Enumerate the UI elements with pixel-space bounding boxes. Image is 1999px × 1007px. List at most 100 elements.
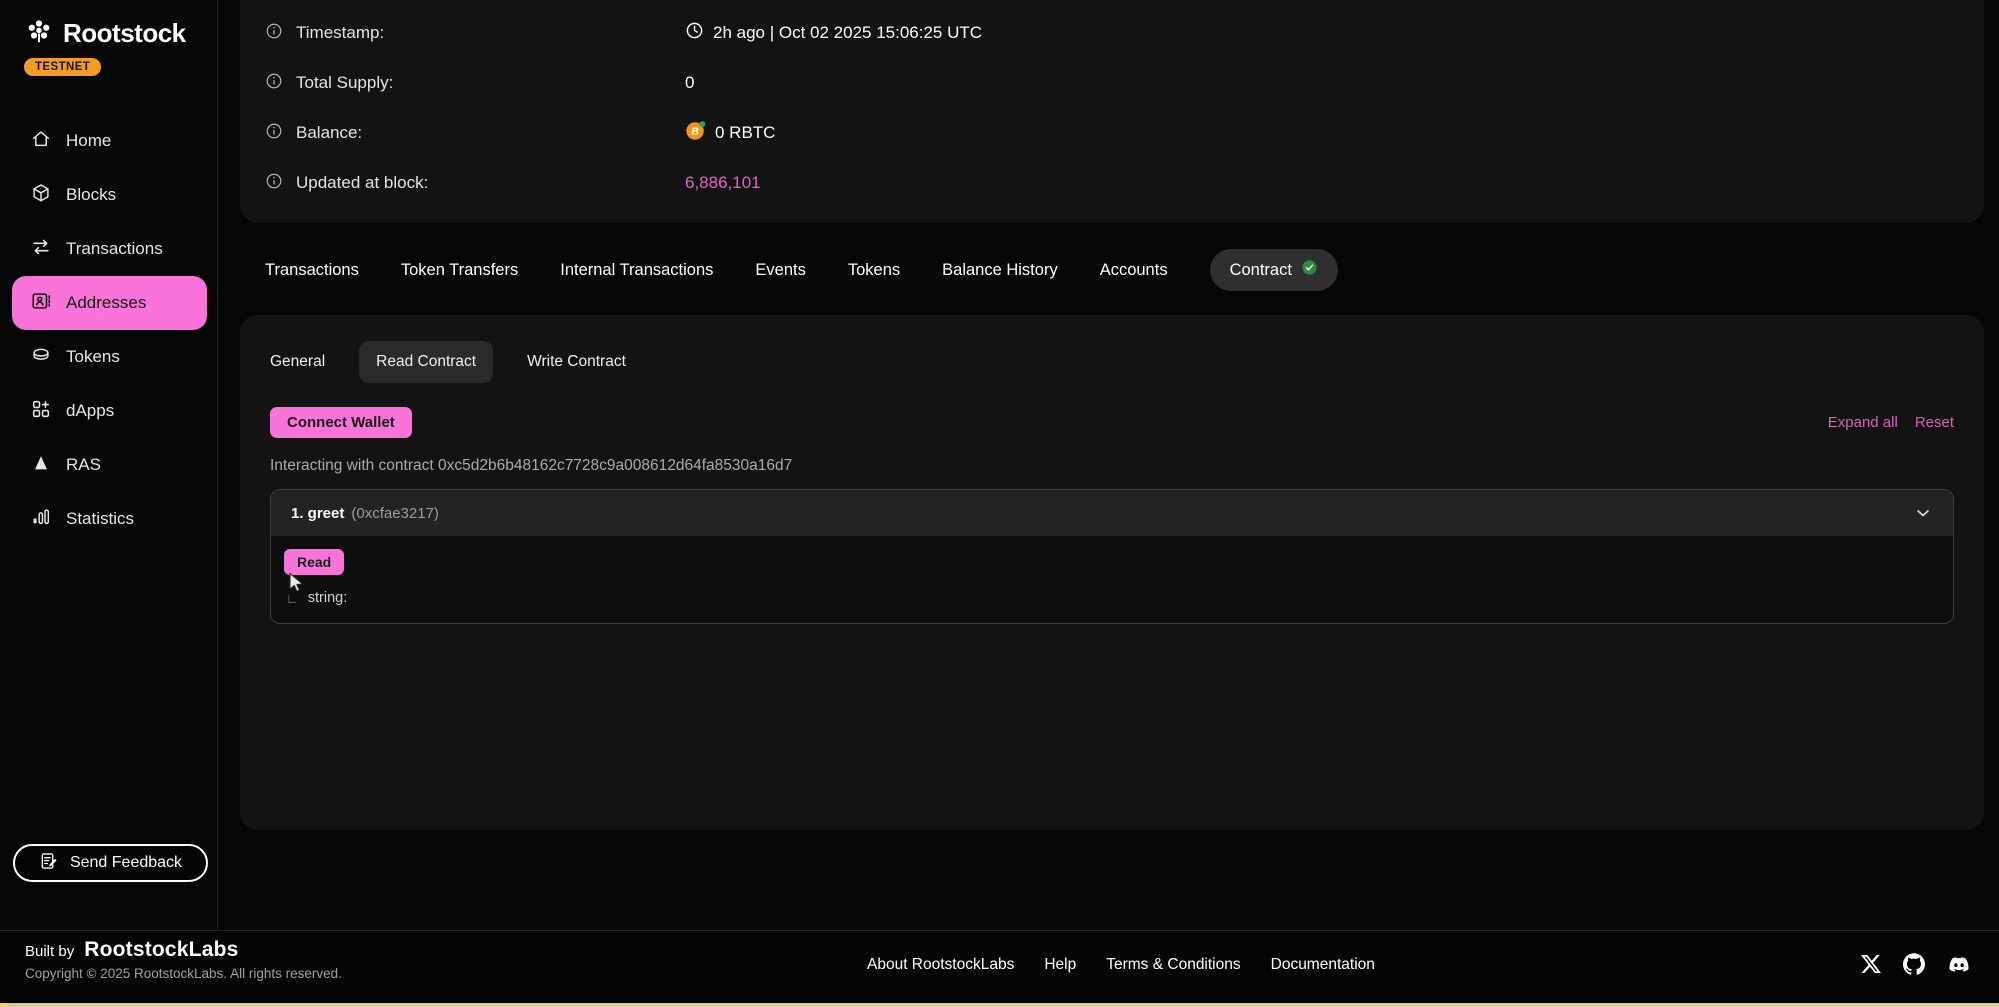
- tab-balance-history[interactable]: Balance History: [942, 261, 1058, 280]
- rootstock-flower-icon: [24, 16, 54, 51]
- copyright-text: Copyright © 2025 RootstockLabs. All righ…: [25, 966, 342, 981]
- github-icon[interactable]: [1903, 953, 1925, 980]
- info-icon[interactable]: [265, 72, 283, 95]
- statistics-icon: [30, 506, 52, 533]
- sidebar-item-tokens[interactable]: Tokens: [0, 330, 217, 384]
- testnet-badge: TESTNET: [24, 58, 101, 76]
- rbtc-coin-icon: B: [685, 120, 706, 146]
- wallet-row: Connect Wallet Expand all Reset: [270, 407, 1954, 438]
- total-supply-value: 0: [685, 73, 694, 93]
- sidebar-item-label: Blocks: [66, 185, 116, 205]
- address-tabs: Transactions Token Transfers Internal Tr…: [240, 245, 1984, 295]
- tab-transactions[interactable]: Transactions: [265, 261, 359, 280]
- contract-panel: General Read Contract Write Contract Con…: [240, 315, 1984, 830]
- send-feedback-button[interactable]: Send Feedback: [13, 844, 208, 882]
- sidebar-item-label: Addresses: [66, 293, 146, 313]
- brand-name: Rootstock: [63, 18, 186, 49]
- connect-wallet-button[interactable]: Connect Wallet: [270, 407, 412, 438]
- info-row-timestamp: Timestamp: 2h ago | Oct 02 2025 15:06:25…: [240, 8, 1984, 58]
- info-row-total-supply: Total Supply: 0: [240, 58, 1984, 108]
- sidebar-item-label: Transactions: [66, 239, 163, 259]
- method-accordion-header[interactable]: 1. greet (0xcfae3217): [271, 490, 1953, 536]
- footer-link-help[interactable]: Help: [1044, 956, 1076, 974]
- built-by-label: Built by: [25, 943, 74, 960]
- info-row-balance: Balance: B 0 RBTC: [240, 108, 1984, 158]
- sidebar-item-label: Tokens: [66, 347, 120, 367]
- updated-block-label: Updated at block:: [296, 173, 428, 193]
- info-row-updated-block: Updated at block: 6,886,101: [240, 158, 1984, 208]
- tab-token-transfers[interactable]: Token Transfers: [401, 261, 518, 280]
- sidebar-item-label: Statistics: [66, 509, 134, 529]
- svg-text:B: B: [691, 126, 699, 138]
- sidebar-item-statistics[interactable]: Statistics: [0, 492, 217, 546]
- footer-link-about[interactable]: About RootstockLabs: [867, 956, 1014, 974]
- sidebar-item-label: RAS: [66, 455, 101, 475]
- info-icon[interactable]: [265, 172, 283, 195]
- addresses-icon: [30, 290, 52, 317]
- clock-icon: [685, 21, 704, 45]
- main-content: Timestamp: 2h ago | Oct 02 2025 15:06:25…: [240, 0, 1984, 830]
- rootstocklabs-wordmark[interactable]: RootstockLabs: [84, 938, 238, 962]
- discord-icon[interactable]: [1947, 955, 1971, 979]
- footer-link-documentation[interactable]: Documentation: [1271, 956, 1375, 974]
- sidebar: Rootstock TESTNET Home Blocks Transactio…: [0, 0, 218, 930]
- social-icons: [1861, 953, 1971, 980]
- timestamp-label: Timestamp:: [296, 23, 384, 43]
- info-label: Total Supply:: [265, 72, 685, 95]
- footer-links: About RootstockLabs Help Terms & Conditi…: [867, 956, 1375, 974]
- reset-link[interactable]: Reset: [1915, 414, 1954, 431]
- chevron-down-icon[interactable]: [1913, 503, 1933, 523]
- tab-accounts[interactable]: Accounts: [1100, 261, 1168, 280]
- expand-all-link[interactable]: Expand all: [1828, 414, 1898, 431]
- subtab-general[interactable]: General: [270, 353, 325, 371]
- tab-contract[interactable]: Contract: [1210, 249, 1338, 291]
- balance-value: B 0 RBTC: [685, 120, 775, 146]
- blocks-icon: [30, 182, 52, 209]
- built-by-row: Built by RootstockLabs: [25, 938, 342, 962]
- sidebar-item-label: dApps: [66, 401, 114, 421]
- sidebar-item-dapps[interactable]: dApps: [0, 384, 217, 438]
- subtab-write-contract[interactable]: Write Contract: [527, 353, 626, 371]
- footer: Built by RootstockLabs Copyright © 2025 …: [0, 930, 1999, 1003]
- output-type-label: string:: [308, 590, 348, 606]
- home-icon: [30, 128, 52, 155]
- x-icon[interactable]: [1861, 954, 1881, 979]
- sidebar-item-addresses[interactable]: Addresses: [12, 276, 207, 330]
- transactions-icon: [30, 236, 52, 263]
- feedback-icon: [39, 851, 59, 876]
- info-label: Updated at block:: [265, 172, 685, 195]
- method-accordion-body: Read ∟ string:: [271, 536, 1953, 623]
- info-icon[interactable]: [265, 22, 283, 45]
- updated-block-value: 6,886,101: [685, 173, 761, 193]
- ras-icon: [30, 452, 52, 479]
- mouse-cursor-icon: [287, 572, 306, 599]
- send-feedback-label: Send Feedback: [70, 854, 182, 872]
- balance-label: Balance:: [296, 123, 362, 143]
- timestamp-value: 2h ago | Oct 02 2025 15:06:25 UTC: [685, 21, 982, 45]
- subtab-read-contract[interactable]: Read Contract: [359, 341, 493, 383]
- bottom-scroll-strip[interactable]: [0, 1003, 1999, 1007]
- total-supply-label: Total Supply:: [296, 73, 393, 93]
- contract-subtabs: General Read Contract Write Contract: [270, 341, 1954, 383]
- info-icon[interactable]: [265, 122, 283, 145]
- method-selector: (0xcfae3217): [351, 505, 439, 522]
- method-title: 1. greet: [291, 505, 344, 522]
- footer-link-terms[interactable]: Terms & Conditions: [1106, 956, 1240, 974]
- tab-internal-transactions[interactable]: Internal Transactions: [560, 261, 713, 280]
- rootstock-logo[interactable]: Rootstock: [0, 0, 217, 51]
- tab-events[interactable]: Events: [755, 261, 805, 280]
- rootstock-explorer-app: Rootstock TESTNET Home Blocks Transactio…: [0, 0, 1999, 1007]
- sidebar-item-transactions[interactable]: Transactions: [0, 222, 217, 276]
- sidebar-item-blocks[interactable]: Blocks: [0, 168, 217, 222]
- method-output-line: ∟ string:: [284, 590, 1940, 606]
- block-number-link[interactable]: 6,886,101: [685, 173, 761, 193]
- footer-left: Built by RootstockLabs Copyright © 2025 …: [25, 938, 342, 981]
- tab-tokens[interactable]: Tokens: [848, 261, 900, 280]
- sidebar-item-ras[interactable]: RAS: [0, 438, 217, 492]
- sidebar-item-home[interactable]: Home: [0, 114, 217, 168]
- panel-links: Expand all Reset: [1828, 414, 1954, 431]
- verified-check-icon: [1301, 259, 1318, 281]
- dapps-icon: [30, 398, 52, 425]
- sidebar-item-label: Home: [66, 131, 111, 151]
- interacting-with-contract-text: Interacting with contract 0xc5d2b6b48162…: [270, 457, 1954, 475]
